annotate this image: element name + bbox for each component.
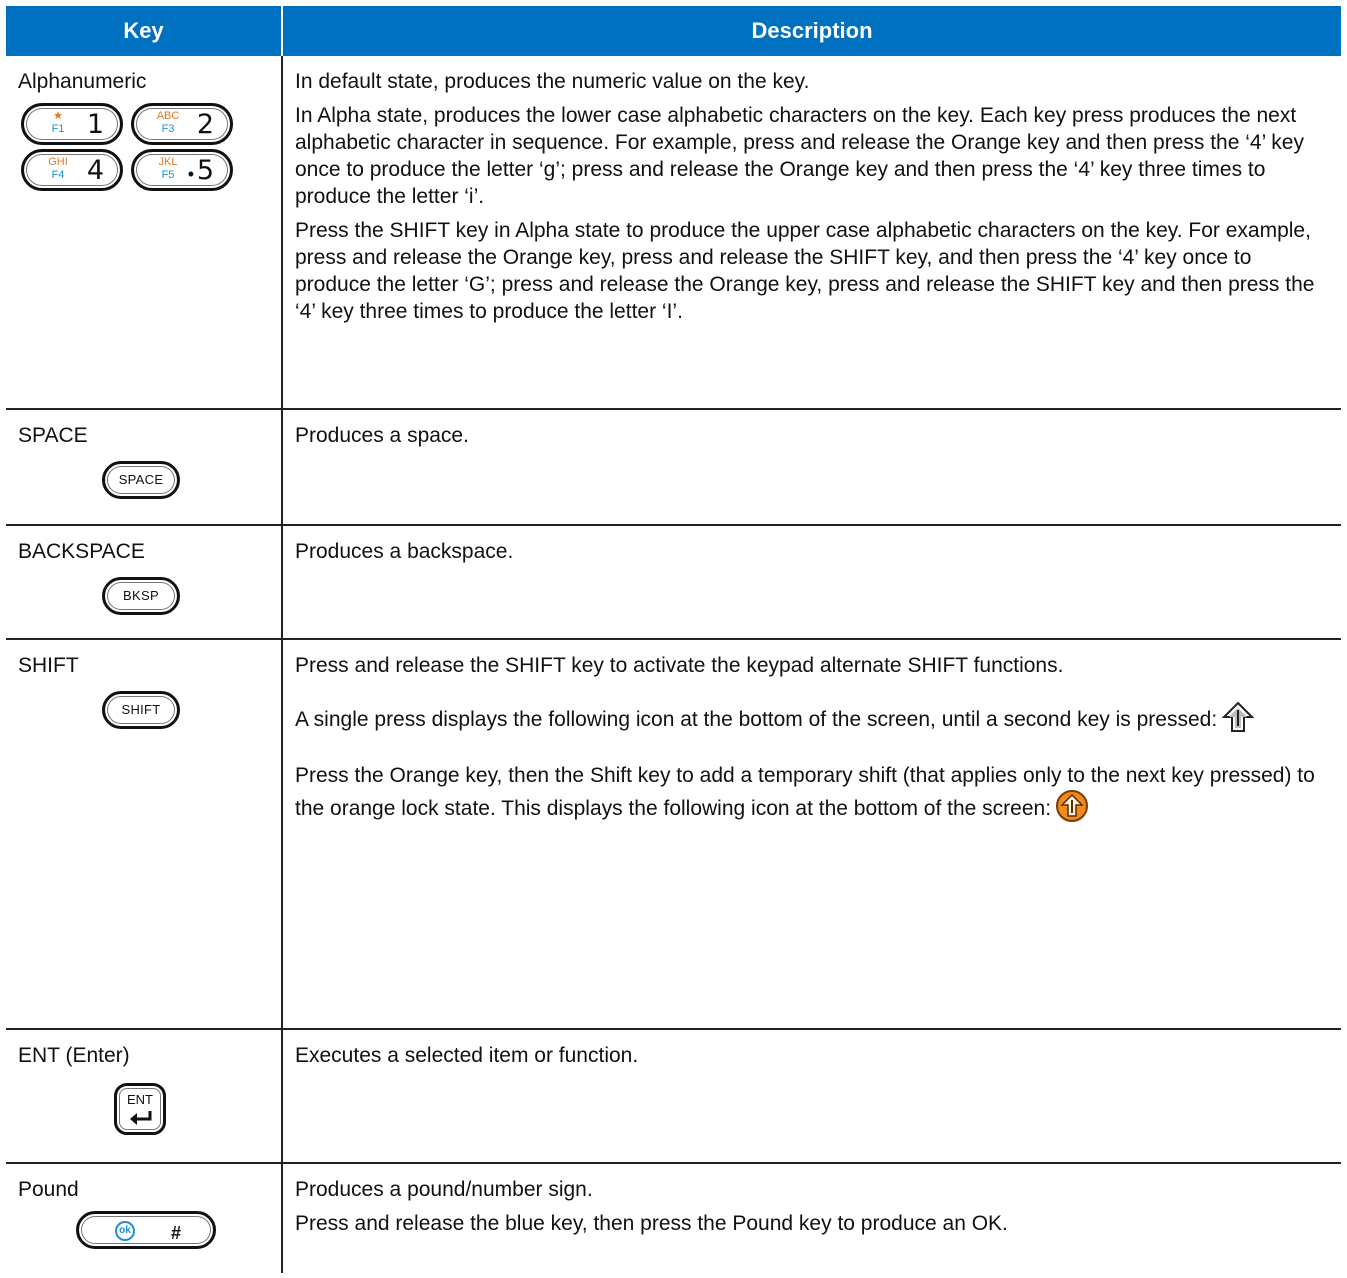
header-key: Key [6,6,283,56]
description-text: In default state, produces the numeric v… [295,70,810,93]
table-row: ENT (Enter) ENT Executes a selected item… [6,1029,1341,1164]
star-icon: ★ [53,110,63,122]
alphanumeric-keys: ★ F1 1 ABC F3 2 GHI F4 4 JKL F5 • 5 [21,103,271,191]
description-cell-shift: Press and release the SHIFT key to activ… [282,639,1341,1030]
key-name: Alphanumeric [18,70,147,93]
header-description: Description [282,6,1341,56]
key-cell-shift: SHIFT SHIFT [6,639,283,1030]
description-text: Executes a selected item or function. [295,1044,639,1067]
bksp-key-image: BKSP [102,577,180,615]
key-cell-alphanumeric: Alphanumeric ★ F1 1 ABC F3 2 GHI F4 4 JK… [6,56,283,410]
shift-key-image: SHIFT [102,691,180,729]
key-cell-backspace: BACKSPACE BKSP [6,525,283,640]
description-cell-backspace: Produces a backspace. [282,525,1341,640]
table-row: Pound ok # Produces a pound/number sign.… [6,1163,1341,1273]
table-row: BACKSPACE BKSP Produces a backspace. [6,525,1341,640]
ent-key-image: ENT [114,1083,166,1135]
table-row: SPACE SPACE Produces a space. [6,409,1341,526]
enter-arrow-icon [130,1111,152,1125]
key-name: ENT (Enter) [18,1044,130,1067]
description-text: In Alpha state, produces the lower case … [295,104,1304,208]
key-name: Pound [18,1178,79,1201]
description-text: Produces a pound/number sign. [295,1178,593,1201]
description-cell-pound: Produces a pound/number sign. Press and … [282,1163,1341,1273]
key-4-image: GHI F4 4 [21,149,123,191]
table-row: Alphanumeric ★ F1 1 ABC F3 2 GHI F4 4 JK… [6,56,1341,410]
description-text: Press and release the SHIFT key to activ… [295,654,1064,677]
key-cell-space: SPACE SPACE [6,409,283,526]
key-5-image: JKL F5 • 5 [131,149,233,191]
space-key-image: SPACE [102,461,180,499]
key-1-image: ★ F1 1 [21,103,123,145]
description-text: Press and release the blue key, then pre… [295,1212,1008,1235]
pound-key-image: ok # [76,1211,216,1249]
key-name: BACKSPACE [18,540,145,563]
key-cell-enter: ENT (Enter) ENT [6,1029,283,1164]
ok-icon: ok [115,1221,135,1241]
table-header-row: Key Description [6,6,1341,56]
description-text: A single press displays the following ic… [295,700,1331,741]
description-text: Press the SHIFT key in Alpha state to pr… [295,219,1315,323]
dot-icon: • [187,164,194,184]
hash-icon: # [171,1223,182,1243]
description-cell-enter: Executes a selected item or function. [282,1029,1341,1164]
description-cell-space: Produces a space. [282,409,1341,526]
orange-shift-icon [1055,789,1089,830]
description-text: Press the Orange key, then the Shift key… [295,762,1331,830]
description-cell-alphanumeric: In default state, produces the numeric v… [282,56,1341,410]
key-cell-pound: Pound ok # [6,1163,283,1273]
description-text: Produces a backspace. [295,540,514,563]
key-description-table: Key Description Alphanumeric ★ F1 1 ABC F3… [6,6,1341,1273]
table-row: SHIFT SHIFT Press and release the SHIFT … [6,639,1341,1030]
description-text: Produces a space. [295,424,469,447]
shift-arrow-icon [1221,700,1255,741]
key-name: SHIFT [18,654,79,677]
key-name: SPACE [18,424,88,447]
key-2-image: ABC F3 2 [131,103,233,145]
